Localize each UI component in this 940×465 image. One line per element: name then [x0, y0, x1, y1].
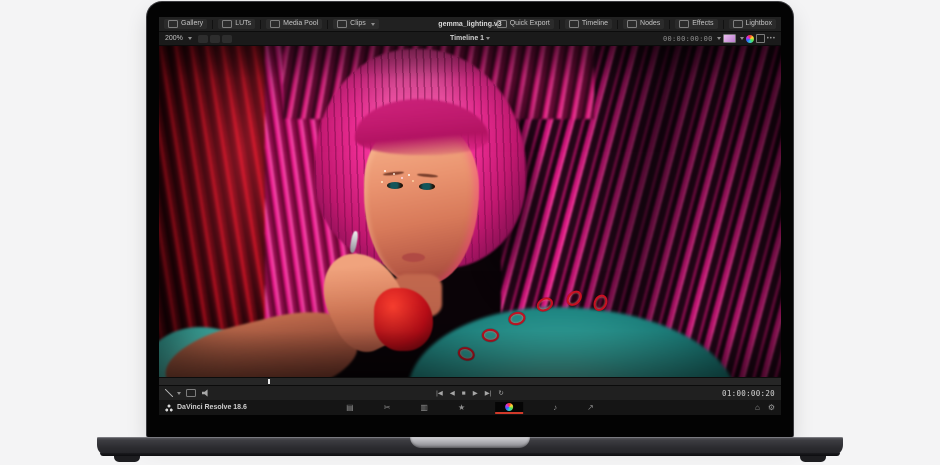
photo-vignette [159, 46, 781, 377]
luts-icon [222, 20, 232, 28]
chevron-down-icon [188, 37, 192, 40]
divider [669, 20, 670, 29]
lightbox-label: Lightbox [746, 20, 772, 28]
chevron-down-icon [740, 37, 744, 40]
divider [617, 20, 618, 29]
media-pool-label: Media Pool [283, 20, 318, 28]
laptop-screen: Gallery LUTs Media Pool Cl [147, 2, 793, 437]
more-options-button[interactable]: ••• [767, 36, 776, 42]
viewer-scrubber[interactable] [159, 377, 781, 385]
viewer-option-toggle-2[interactable] [210, 35, 220, 43]
chevron-down-icon [486, 37, 490, 40]
clips-icon [337, 20, 347, 28]
viewer-options-bar: 200% Timeline 1 00:00:00:00 [159, 32, 781, 46]
page-tab-fusion[interactable]: ★ [458, 401, 465, 414]
viewer-image [159, 46, 781, 377]
source-timecode: 00:00:00:00 [663, 35, 713, 43]
davinci-resolve-window: Gallery LUTs Media Pool Cl [159, 17, 781, 415]
top-toolbar: Gallery LUTs Media Pool Cl [159, 17, 781, 32]
record-timecode: 01:00:00:20 [722, 389, 775, 398]
quick-export-button[interactable]: Quick Export [493, 19, 554, 29]
quick-export-label: Quick Export [510, 20, 550, 28]
home-icon[interactable]: ⌂ [755, 403, 760, 412]
play-button[interactable]: ▶ [473, 389, 478, 397]
gallery-label: Gallery [181, 20, 203, 28]
page-tab-color-active[interactable] [495, 402, 523, 414]
clips-label: Clips [350, 20, 366, 28]
zoom-level-value: 200% [165, 35, 183, 43]
skip-to-end-button[interactable]: ▶| [485, 389, 492, 397]
display-gamut-icon[interactable] [723, 34, 736, 43]
laptop-foot-left [114, 456, 140, 462]
chevron-down-icon [371, 23, 375, 26]
app-version-text: DaVinci Resolve 18.6 [177, 404, 247, 411]
quick-export-icon [497, 20, 507, 28]
viewer-option-toggle-1[interactable] [198, 35, 208, 43]
app-label: DaVinci Resolve 18.6 [165, 404, 247, 412]
page-tab-deliver[interactable]: ↗ [587, 401, 594, 414]
divider [212, 20, 213, 29]
transport-left-tools [165, 389, 211, 397]
timeline-select[interactable]: Timeline 1 [450, 35, 490, 42]
viewer-option-toggle-3[interactable] [222, 35, 232, 43]
toolbar-left-group: Gallery LUTs Media Pool Cl [164, 19, 379, 29]
lightbox-button[interactable]: Lightbox [729, 19, 776, 29]
gear-icon[interactable]: ⚙ [768, 403, 775, 412]
nodes-icon [627, 20, 637, 28]
laptop-base [97, 437, 843, 456]
stop-button[interactable]: ■ [462, 390, 466, 397]
zoom-level-select[interactable]: 200% [164, 34, 196, 44]
page-tab-media[interactable]: ▤ [346, 401, 354, 414]
toolbar-right-group: Quick Export Timeline Nodes [493, 19, 776, 29]
divider [723, 20, 724, 29]
divider [327, 20, 328, 29]
transport-bar: |◀ ◀ ■ ▶ ▶| ↻ 01:00:00:20 [159, 385, 781, 400]
divider [559, 20, 560, 29]
media-pool-icon [270, 20, 280, 28]
expand-viewer-icon[interactable] [756, 34, 765, 43]
color-page-icon [505, 403, 513, 411]
page-tabs: ▤ ✂ ▥ ★ ♪ ↗ [346, 401, 594, 414]
annotate-icon[interactable] [186, 389, 196, 397]
project-title: gemma_lighting.v3 [438, 21, 501, 28]
loop-button[interactable]: ↻ [498, 389, 503, 397]
nodes-panel-button[interactable]: Nodes [623, 19, 664, 29]
viewer [159, 46, 781, 377]
davinci-resolve-logo [165, 404, 173, 412]
pages-bar: DaVinci Resolve 18.6 ▤ ✂ ▥ ★ ♪ ↗ ⌂ ⚙ [159, 400, 781, 415]
luts-button[interactable]: LUTs [218, 19, 255, 29]
media-pool-button[interactable]: Media Pool [266, 19, 322, 29]
page-tab-cut[interactable]: ✂ [384, 401, 391, 414]
nodes-panel-label: Nodes [640, 20, 660, 28]
effects-panel-button[interactable]: Effects [675, 19, 717, 29]
viewer-left-options: 200% [164, 34, 232, 44]
page-tab-edit[interactable]: ▥ [420, 401, 428, 414]
lightbox-icon [733, 20, 743, 28]
viewer-right-options: 00:00:00:00 ••• [663, 34, 776, 43]
laptop-foot-right [800, 456, 826, 462]
draw-tool-icon[interactable] [165, 389, 173, 397]
skip-to-start-button[interactable]: |◀ [436, 389, 443, 397]
gallery-button[interactable]: Gallery [164, 19, 207, 29]
page-tab-fairlight[interactable]: ♪ [553, 401, 557, 414]
luts-label: LUTs [235, 20, 251, 28]
gallery-icon [168, 20, 178, 28]
play-reverse-button[interactable]: ◀ [450, 389, 455, 397]
timeline-panel-label: Timeline [582, 20, 608, 28]
effects-panel-label: Effects [692, 20, 713, 28]
timeline-name: Timeline 1 [450, 35, 484, 42]
chevron-down-icon [177, 392, 181, 395]
playhead[interactable] [268, 379, 270, 384]
timeline-panel-button[interactable]: Timeline [565, 19, 612, 29]
effects-icon [679, 20, 689, 28]
divider [260, 20, 261, 29]
transport-controls: |◀ ◀ ■ ▶ ▶| ↻ [436, 389, 504, 397]
lid-opening-notch [410, 437, 530, 448]
color-viewer-icon[interactable] [746, 35, 754, 43]
timeline-icon [569, 20, 579, 28]
system-buttons: ⌂ ⚙ [755, 403, 775, 412]
clips-button[interactable]: Clips [333, 19, 379, 29]
audio-mute-icon[interactable] [202, 389, 211, 397]
chevron-down-icon [717, 37, 721, 40]
